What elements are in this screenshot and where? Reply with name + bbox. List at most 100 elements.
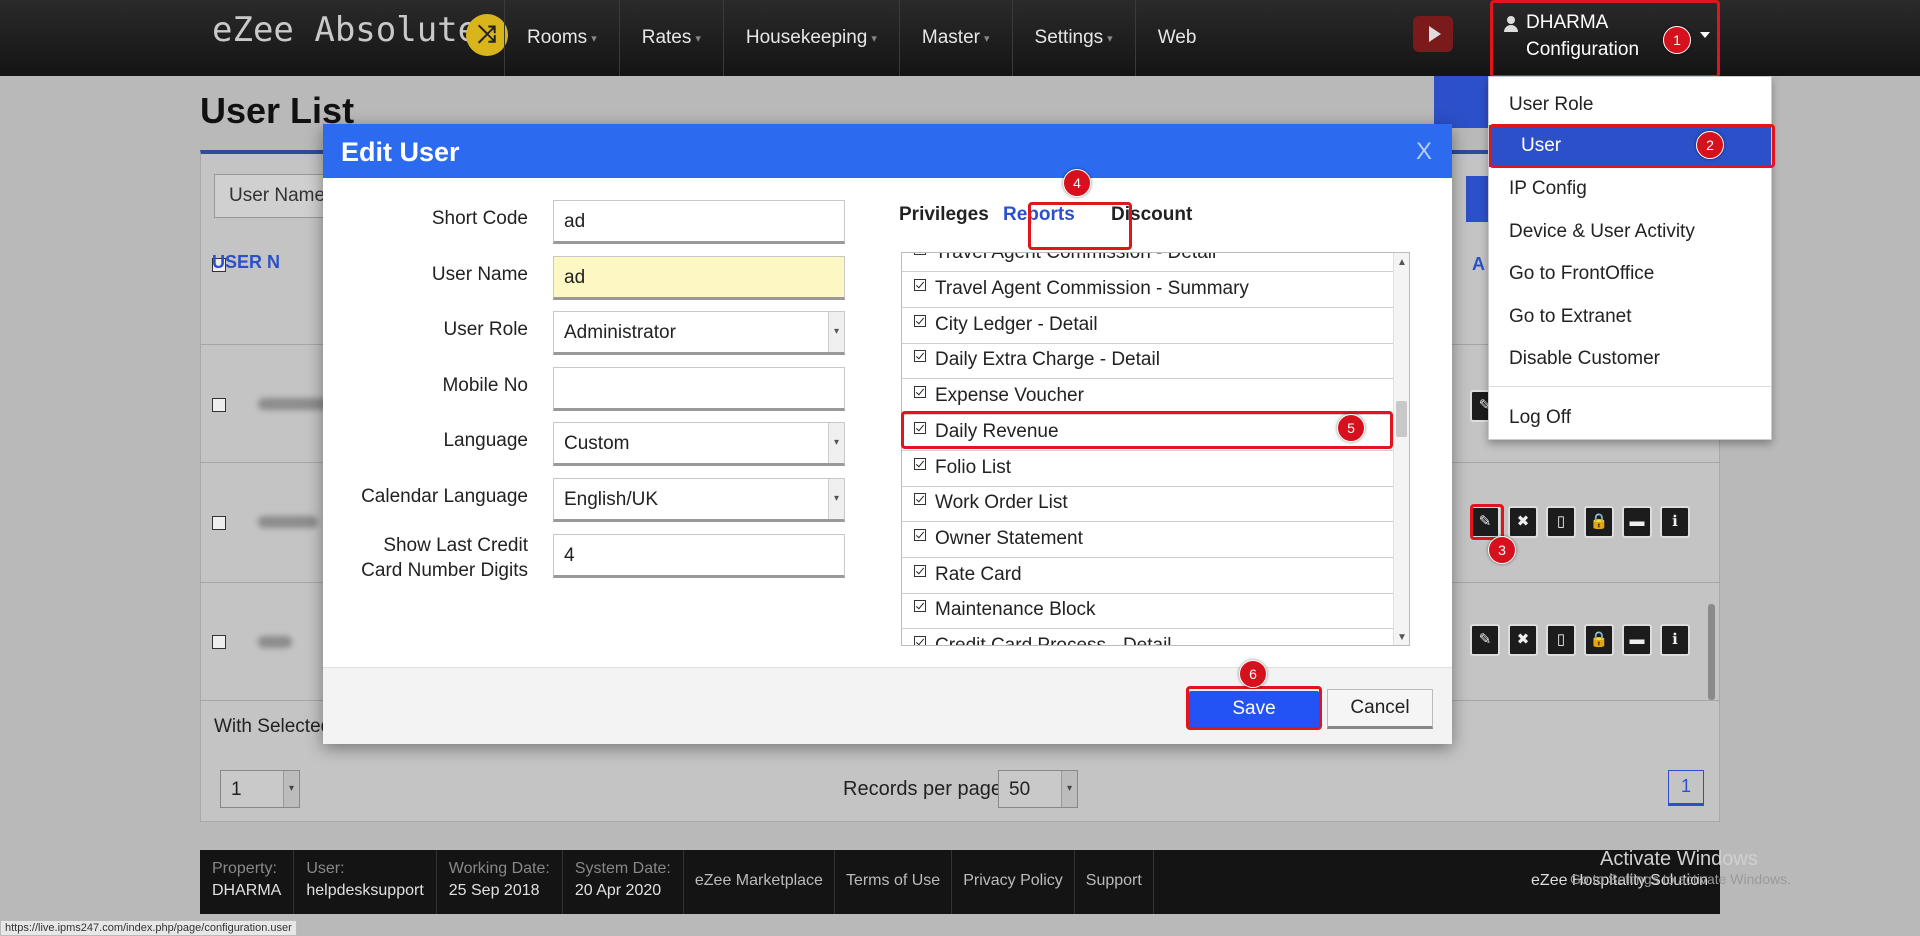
caret-down-icon: ▾: [1107, 32, 1113, 45]
checkbox-checked-icon[interactable]: [914, 529, 926, 541]
info-icon[interactable]: ℹ: [1660, 506, 1690, 538]
mobile-input[interactable]: [553, 367, 845, 411]
message-icon[interactable]: ▬: [1622, 624, 1652, 656]
row-checkbox[interactable]: [212, 398, 226, 412]
list-item[interactable]: Work Order List: [902, 486, 1393, 522]
lock-icon[interactable]: 🔒: [1584, 624, 1614, 656]
nav-settings[interactable]: Settings ▾: [1011, 0, 1135, 76]
user-name-input[interactable]: ad: [553, 256, 845, 300]
table-scrollbar[interactable]: [1708, 604, 1715, 700]
checkbox-checked-icon[interactable]: [914, 458, 926, 470]
scrollbar-thumb[interactable]: [1396, 401, 1407, 437]
checkbox-checked-icon[interactable]: [914, 493, 926, 505]
step-marker: 5: [1337, 414, 1365, 442]
user-role-label: User Role: [443, 319, 528, 340]
records-per-page-select[interactable]: 50 ▾: [998, 770, 1078, 808]
blurred-username: [258, 398, 328, 410]
card-digits-label-line1: Show Last Credit: [383, 535, 528, 556]
delete-icon[interactable]: ✖: [1508, 624, 1538, 656]
highlight-box: [901, 411, 1393, 449]
tab-privileges[interactable]: Privileges: [899, 204, 989, 226]
chevron-down-icon[interactable]: ▼: [1397, 632, 1407, 643]
list-item[interactable]: Travel Agent Commission - Summary: [902, 272, 1393, 308]
message-icon[interactable]: ▬: [1622, 506, 1652, 538]
list-item[interactable]: Daily Extra Charge - Detail: [902, 343, 1393, 379]
calendar-language-select[interactable]: English/UK ▾: [553, 478, 845, 522]
records-per-page-label: Records per page: [843, 778, 1002, 800]
list-item[interactable]: City Ledger - Detail: [902, 308, 1393, 344]
checkbox-checked-icon[interactable]: [914, 350, 926, 362]
card-digits-label-line2: Card Number Digits: [361, 560, 528, 581]
chevron-down-icon: ▾: [283, 771, 299, 807]
list-item[interactable]: Expense Voucher: [902, 379, 1393, 415]
menu-item-frontoffice[interactable]: Go to FrontOffice: [1489, 253, 1771, 295]
menu-item-extranet[interactable]: Go to Extranet: [1489, 296, 1771, 338]
list-item[interactable]: Folio List: [902, 451, 1393, 487]
language-select[interactable]: Custom ▾: [553, 422, 845, 466]
footer-link-privacy[interactable]: Privacy Policy: [952, 850, 1075, 914]
reports-scrollbar[interactable]: ▲ ▼: [1393, 253, 1409, 645]
nav-master[interactable]: Master ▾: [898, 0, 1012, 76]
checkbox-checked-icon[interactable]: [914, 386, 926, 398]
checkbox-checked-icon[interactable]: [914, 565, 926, 577]
reports-list: Travel Agent Commission - Detail Travel …: [901, 252, 1410, 646]
pagination-current[interactable]: 1: [1668, 770, 1704, 806]
windows-watermark-text: Go to Settings to activate Windows.: [1570, 871, 1791, 887]
list-item[interactable]: Owner Statement: [902, 522, 1393, 558]
column-header-user-name[interactable]: USER N: [212, 252, 280, 273]
footer-link-support[interactable]: Support: [1075, 850, 1154, 914]
close-icon[interactable]: X: [1416, 138, 1432, 166]
caret-down-icon: ▾: [695, 32, 701, 45]
mobile-icon[interactable]: ▯: [1546, 624, 1576, 656]
nav-web[interactable]: Web: [1134, 0, 1219, 76]
delete-icon[interactable]: ✖: [1508, 506, 1538, 538]
footer-link-marketplace[interactable]: eZee Marketplace: [684, 850, 835, 914]
highlight-box: [1489, 124, 1775, 168]
info-icon[interactable]: ℹ: [1660, 624, 1690, 656]
shuffle-icon[interactable]: ⤨: [466, 14, 508, 56]
checkbox-checked-icon[interactable]: [914, 636, 926, 645]
caret-down-icon: ▾: [871, 32, 877, 45]
short-code-input[interactable]: ad: [553, 200, 845, 244]
list-item[interactable]: Maintenance Block: [902, 593, 1393, 629]
card-digits-input[interactable]: 4: [553, 534, 845, 578]
step-marker: 6: [1239, 660, 1267, 688]
list-item[interactable]: Credit Card Process - Detail: [902, 629, 1393, 645]
checkbox-checked-icon[interactable]: [914, 253, 926, 255]
mobile-icon[interactable]: ▯: [1546, 506, 1576, 538]
brand-logo[interactable]: eZee Absolute: [212, 10, 478, 50]
checkbox-checked-icon[interactable]: [914, 600, 926, 612]
footer-property: Property: DHARMA: [200, 850, 295, 914]
nav-rates[interactable]: Rates ▾: [618, 0, 723, 76]
footer-link-terms[interactable]: Terms of Use: [835, 850, 953, 914]
menu-item-disable-customer[interactable]: Disable Customer: [1489, 338, 1771, 380]
cancel-button[interactable]: Cancel: [1327, 689, 1433, 729]
edit-icon[interactable]: ✎: [1470, 624, 1500, 656]
page-select[interactable]: 1 ▾: [220, 770, 300, 808]
menu-item-user-role[interactable]: User Role: [1489, 84, 1771, 126]
row-checkbox[interactable]: [212, 516, 226, 530]
with-selected-label: With Selected: [214, 716, 332, 737]
short-code-label: Short Code: [431, 208, 528, 229]
youtube-icon[interactable]: [1413, 16, 1453, 52]
nav-rooms[interactable]: Rooms ▾: [504, 0, 619, 76]
user-role-select[interactable]: Administrator ▾: [553, 311, 845, 355]
lock-icon[interactable]: 🔒: [1584, 506, 1614, 538]
footer-user: User: helpdesksupport: [294, 850, 437, 914]
chevron-up-icon[interactable]: ▲: [1397, 257, 1407, 268]
step-marker: 4: [1063, 169, 1091, 197]
modal-header: Edit User X: [323, 124, 1452, 178]
modal-title: Edit User: [341, 137, 460, 167]
row-checkbox[interactable]: [212, 635, 226, 649]
list-item[interactable]: Travel Agent Commission - Detail: [902, 253, 1393, 272]
main-nav: Rooms ▾ Rates ▾ Housekeeping ▾ Master ▾ Sett…: [504, 0, 1218, 76]
menu-item-ip-config[interactable]: IP Config: [1489, 168, 1771, 210]
checkbox-checked-icon[interactable]: [914, 315, 926, 327]
blurred-username: [258, 516, 318, 528]
checkbox-checked-icon[interactable]: [914, 279, 926, 291]
menu-item-device-activity[interactable]: Device & User Activity: [1489, 211, 1771, 253]
menu-item-log-off[interactable]: Log Off: [1489, 397, 1771, 439]
nav-housekeeping[interactable]: Housekeeping ▾: [722, 0, 899, 76]
user-name-label: User Name: [431, 264, 528, 285]
list-item[interactable]: Rate Card: [902, 558, 1393, 594]
